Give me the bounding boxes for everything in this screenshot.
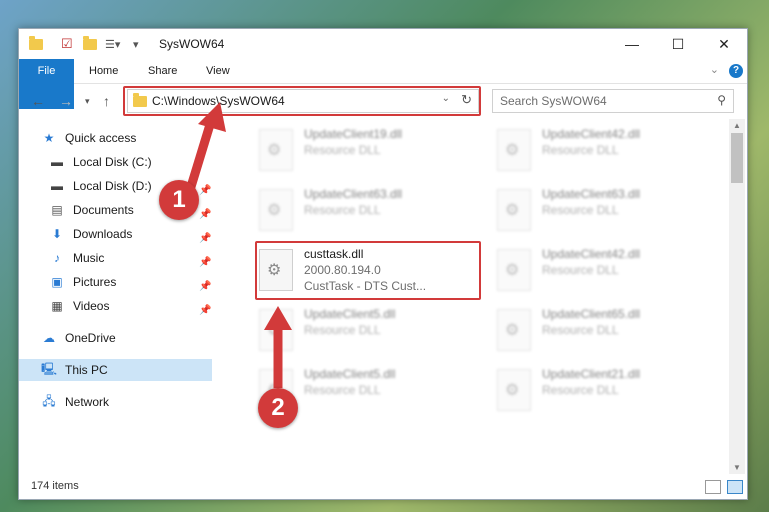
step-badge-1: 1 bbox=[159, 180, 199, 220]
arrow-2-head bbox=[264, 306, 292, 330]
arrow-1-shaft bbox=[185, 116, 217, 192]
arrow-1-head bbox=[198, 102, 226, 132]
step-badge-2: 2 bbox=[258, 388, 298, 428]
annotation-arrows bbox=[185, 102, 292, 388]
